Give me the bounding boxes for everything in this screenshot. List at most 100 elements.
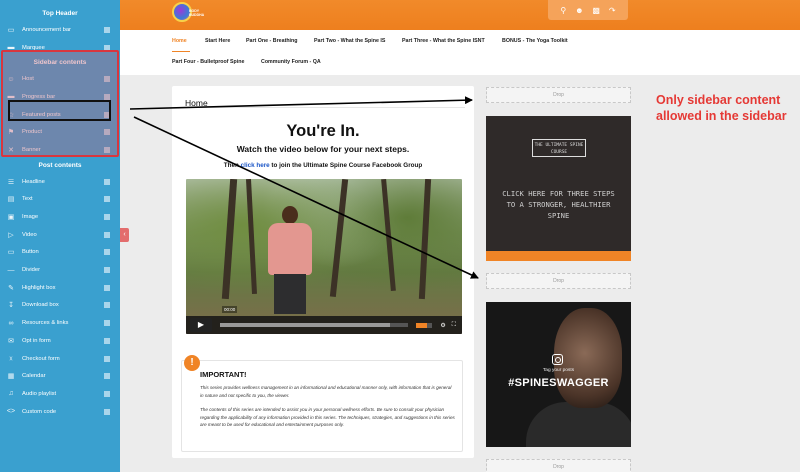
play-icon[interactable]: ▶ <box>190 318 212 332</box>
drag-handle-icon[interactable] <box>104 302 110 309</box>
warning-icon: ! <box>184 355 200 371</box>
sidebar-item-video[interactable]: ▷ Video <box>0 226 120 244</box>
drag-handle-icon[interactable] <box>104 93 110 100</box>
sidebar-item-label: Banner <box>22 146 41 153</box>
heading-icon: ☰ <box>7 178 15 186</box>
sidebar-item-label: Announcement bar <box>22 26 71 33</box>
sidebar-item-audio-playlist[interactable]: ♫ Audio playlist <box>0 385 120 403</box>
text-icon: ▤ <box>7 196 15 204</box>
sidebar-item-highlight-box[interactable]: ✎ Highlight box <box>0 279 120 297</box>
sidebar-item-featured-posts[interactable]: ☆ Featured posts <box>0 106 120 124</box>
sidebar-item-text[interactable]: ▤ Text <box>0 191 120 209</box>
sidebar-item-headline[interactable]: ☰ Headline <box>0 173 120 191</box>
sidebar-item-custom-code[interactable]: <> Custom code <box>0 403 120 421</box>
drag-handle-icon[interactable] <box>104 129 110 136</box>
tag-icon: ⚑ <box>7 129 15 137</box>
drag-handle-icon[interactable] <box>104 44 110 51</box>
sidebar-item-label: Host <box>22 76 34 83</box>
sidebar-item-label: Headline <box>22 178 45 185</box>
drag-handle-icon[interactable] <box>104 26 110 33</box>
sidebar-item-announcement-bar[interactable]: ▭ Announcement bar <box>0 21 120 39</box>
sidebar-item-calendar[interactable]: ▦ Calendar <box>0 367 120 385</box>
host-photo <box>554 308 622 408</box>
drag-handle-icon[interactable] <box>104 146 110 153</box>
search-icon[interactable]: ⚲ <box>560 6 566 15</box>
sidebar-section-top-header: Top Header ▭ Announcement bar ▬ Marquee <box>0 0 120 56</box>
sidebar-item-label: Featured posts <box>22 111 61 118</box>
audio-icon: ♫ <box>8 390 14 398</box>
drop-zone[interactable]: Drop <box>486 273 631 289</box>
drag-handle-icon[interactable] <box>104 284 110 291</box>
drag-handle-icon[interactable] <box>104 355 110 362</box>
drop-zone[interactable]: Drop <box>486 459 631 472</box>
volume-slider[interactable] <box>416 322 433 328</box>
sidebar-item-banner[interactable]: ✕ Banner <box>0 141 120 159</box>
sidebar-item-label: Marquee <box>22 44 45 51</box>
sidebar-item-label: Custom code <box>22 408 57 415</box>
sidebar-item-label: Audio playlist <box>22 390 57 397</box>
breadcrumb-divider <box>185 107 465 108</box>
nav-link-bonus[interactable]: BONUS - The Yoga Toolkit <box>502 38 568 44</box>
sidebar-collapse-toggle[interactable]: ‹ <box>120 228 129 242</box>
drag-handle-icon[interactable] <box>104 231 110 238</box>
drag-handle-icon[interactable] <box>104 214 110 221</box>
video-controls: ▶ ⚙ ⛶ <box>186 316 462 334</box>
drag-handle-icon[interactable] <box>104 390 110 397</box>
sidebar-item-checkout-form[interactable]: ☓ Checkout form <box>0 350 120 368</box>
nav-link-part-four[interactable]: Part Four - Bulletproof Spine <box>172 59 244 65</box>
drag-handle-icon[interactable] <box>104 320 110 327</box>
drag-handle-icon[interactable] <box>104 408 110 415</box>
drop-zone[interactable]: Drop <box>486 87 631 103</box>
sidebar-item-marquee[interactable]: ▬ Marquee <box>0 39 120 57</box>
course-promo-banner[interactable]: THE ULTIMATE SPINE COURSE CLICK HERE FOR… <box>486 116 631 261</box>
sidebar-section-post-contents: Post contents ☰ Headline ▤ Text ▣ Image … <box>0 159 120 421</box>
fullscreen-icon[interactable]: ⛶ <box>452 322 456 329</box>
nav-link-part-two[interactable]: Part Two - What the Spine IS <box>314 38 385 44</box>
nav-link-community-forum[interactable]: Community Forum - QA <box>261 59 321 65</box>
sidebar-item-resources-links[interactable]: ∞ Resources & links <box>0 314 120 332</box>
tree-trunk <box>381 179 396 292</box>
button-icon: ▭ <box>7 249 15 257</box>
sidebar-item-image[interactable]: ▣ Image <box>0 208 120 226</box>
promo-tagline: Tag your posts <box>542 368 575 373</box>
video-buffered-fill <box>220 323 390 327</box>
facebook-group-text: Then click here to join the Ultimate Spi… <box>172 162 474 169</box>
nav-link-part-one[interactable]: Part One - Breathing <box>246 38 298 44</box>
builder-sidebar: Top Header ▭ Announcement bar ▬ Marquee … <box>0 0 120 472</box>
sidebar-item-label: Product <box>22 129 42 136</box>
sidebar-item-progress-bar[interactable]: ▬ Progress bar <box>0 88 120 106</box>
sidebar-item-divider[interactable]: — Divider <box>0 261 120 279</box>
nav-link-home[interactable]: Home <box>172 38 187 44</box>
drag-handle-icon[interactable] <box>104 76 110 83</box>
nav-link-start-here[interactable]: Start Here <box>205 38 230 44</box>
sidebar-item-button[interactable]: ▭ Button <box>0 244 120 262</box>
nav-link-part-three[interactable]: Part Three - What the Spine ISNT <box>402 38 485 44</box>
divider-icon: — <box>7 266 15 274</box>
site-header: BODY BUDDHA ⚲ ☻ ▩ ↷ <box>120 0 800 30</box>
sidebar-item-product[interactable]: ⚑ Product <box>0 123 120 141</box>
drag-handle-icon[interactable] <box>104 178 110 185</box>
drag-handle-icon[interactable] <box>104 196 110 203</box>
video-progress-bar[interactable] <box>220 323 409 327</box>
host-shoulders <box>526 402 631 447</box>
hashtag-promo-banner[interactable]: Tag your posts #SPINESWAGGER <box>486 302 631 447</box>
grid-icon[interactable]: ▩ <box>592 6 600 15</box>
logout-icon[interactable]: ↷ <box>609 6 616 15</box>
tree-trunk <box>418 179 432 300</box>
drag-handle-icon[interactable] <box>104 111 110 118</box>
site-logo[interactable]: BODY BUDDHA <box>172 2 204 24</box>
sidebar-item-download-box[interactable]: ↧ Download box <box>0 297 120 315</box>
drag-handle-icon[interactable] <box>104 249 110 256</box>
sidebar-item-opt-in-form[interactable]: ✉ Opt in form <box>0 332 120 350</box>
sidebar-item-label: Progress bar <box>22 93 56 100</box>
drag-handle-icon[interactable] <box>104 373 110 380</box>
drag-handle-icon[interactable] <box>104 267 110 274</box>
video-player[interactable]: 00:00 ▶ ⚙ ⛶ <box>186 179 462 334</box>
drag-handle-icon[interactable] <box>104 337 110 344</box>
facebook-group-link[interactable]: click here <box>241 162 270 169</box>
user-icon[interactable]: ☻ <box>575 6 583 15</box>
section-heading: Post contents <box>38 161 82 169</box>
sidebar-item-host[interactable]: ☺ Host <box>0 70 120 88</box>
settings-icon[interactable]: ⚙ <box>440 322 445 329</box>
sidebar-item-label: Checkout form <box>22 355 60 362</box>
